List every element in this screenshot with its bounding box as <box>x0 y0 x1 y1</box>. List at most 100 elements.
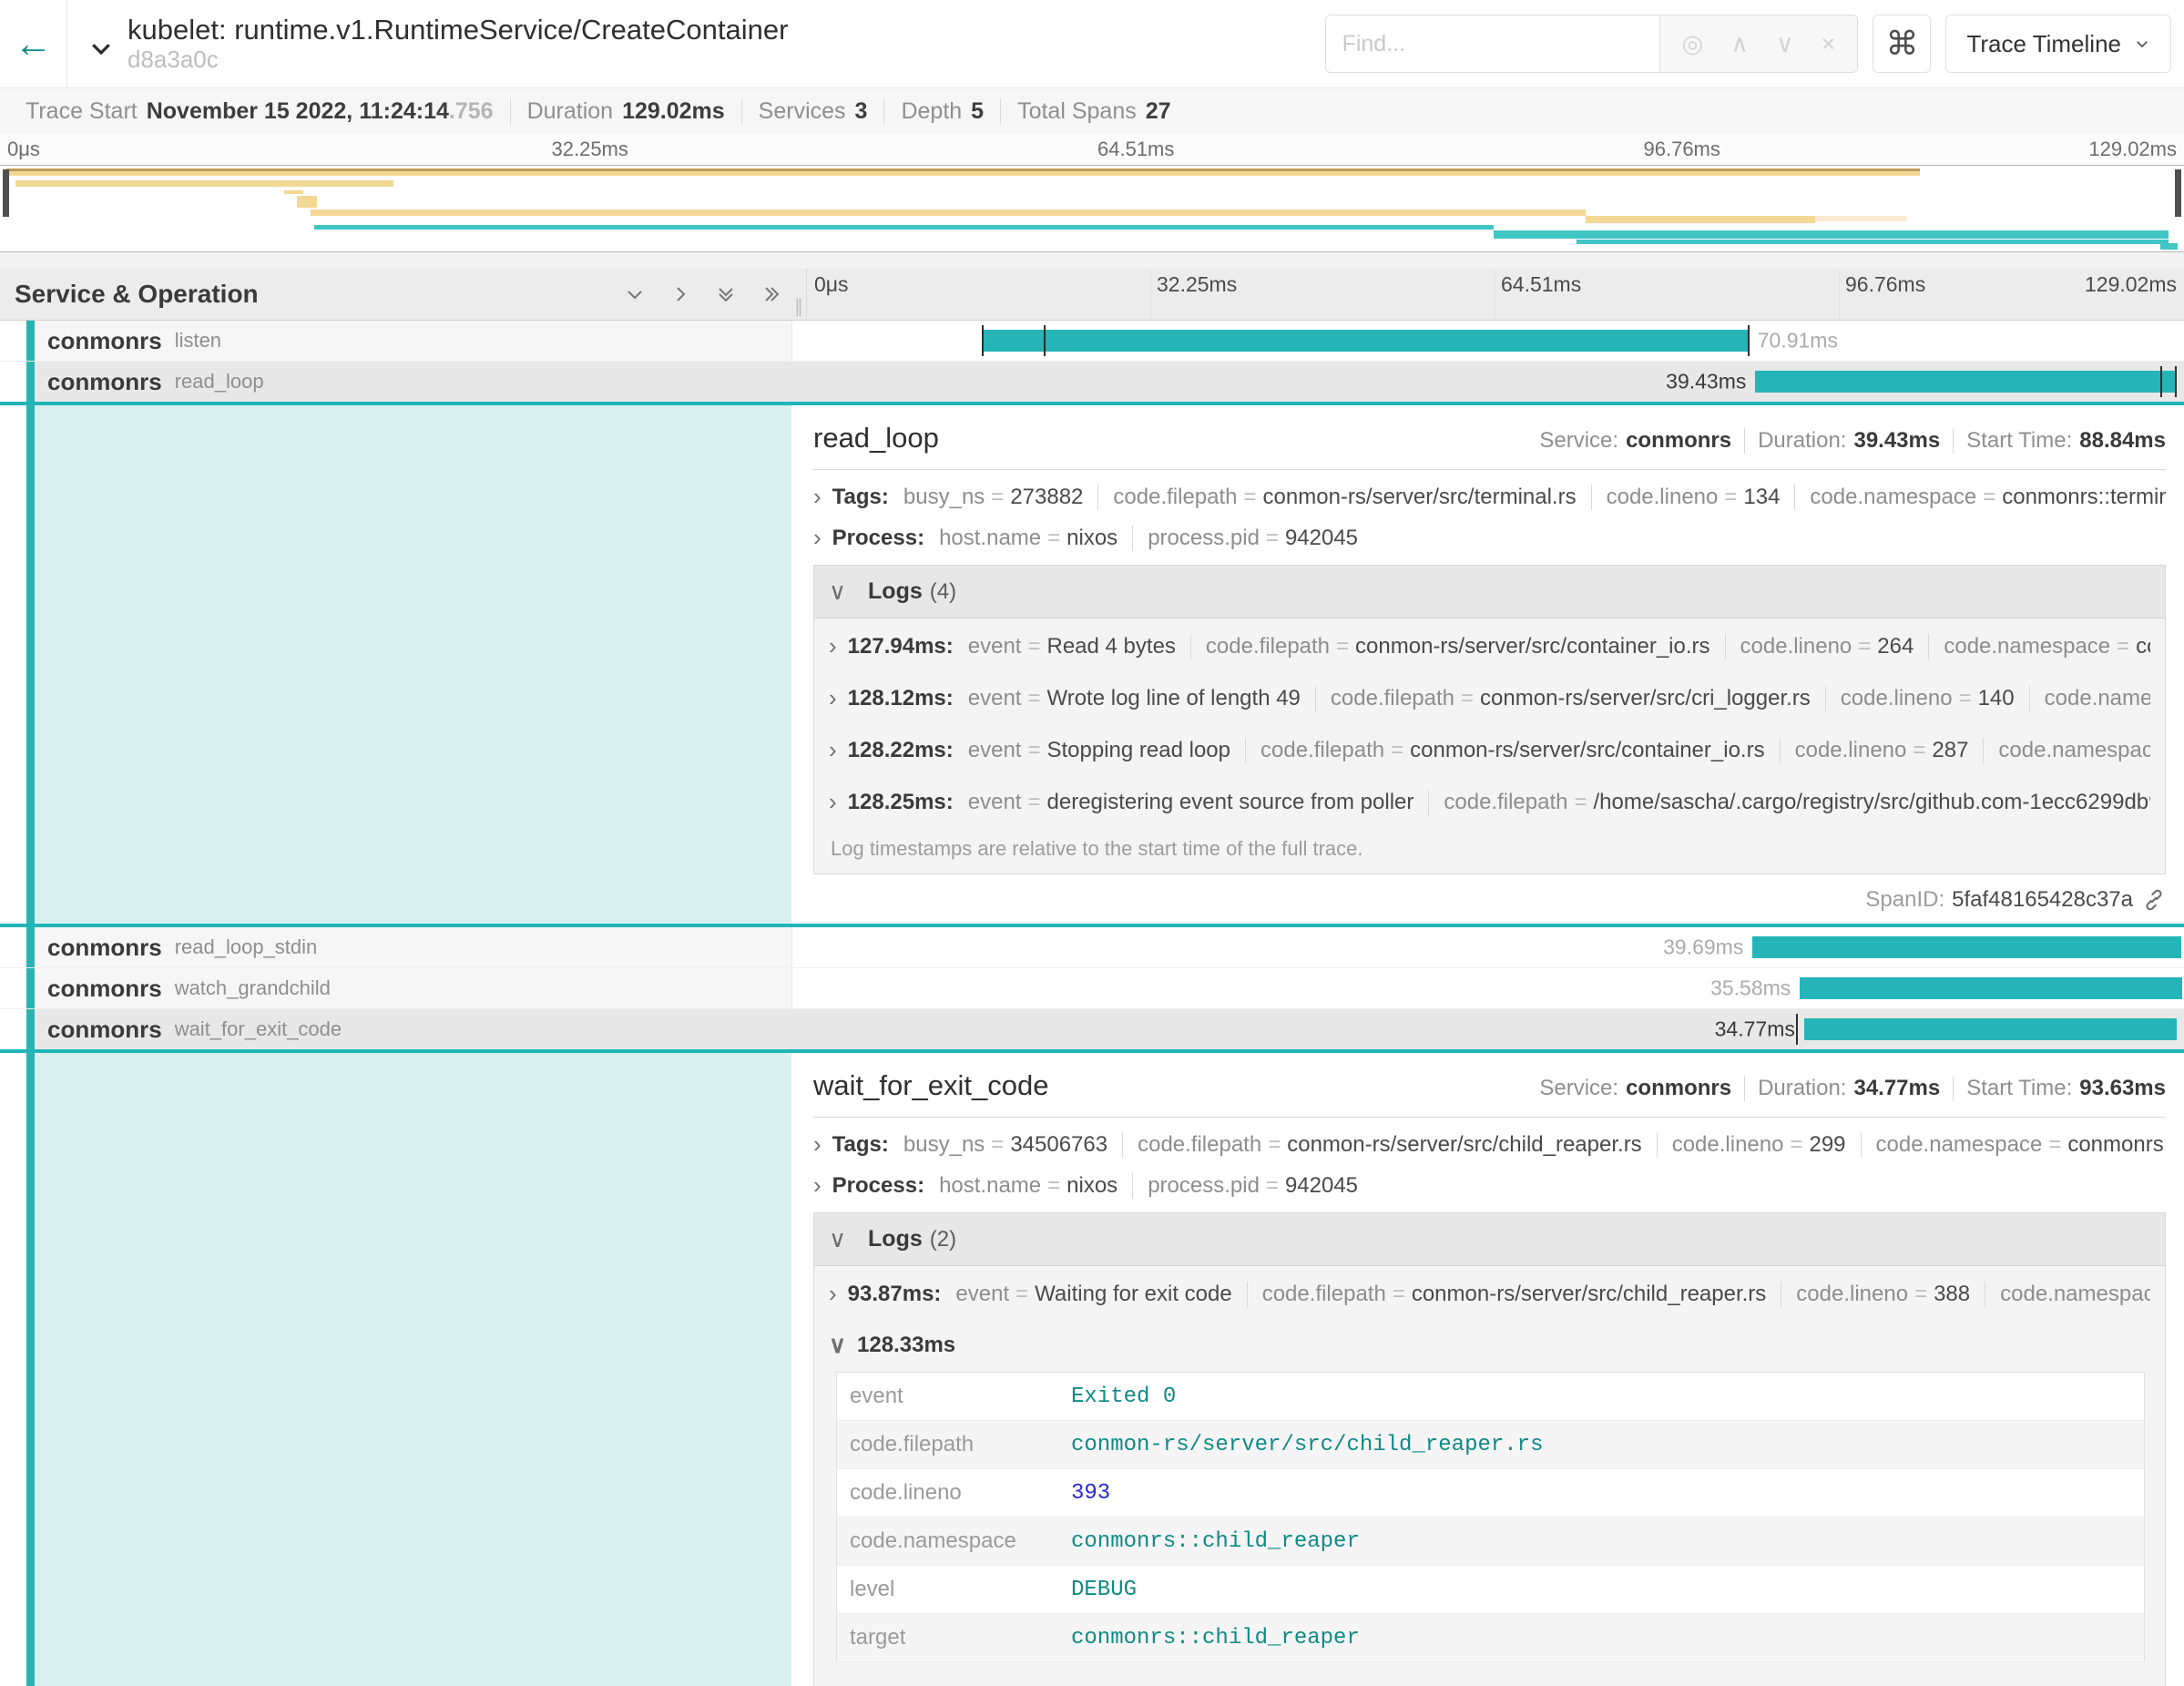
span-row-timeline[interactable]: 70.91ms <box>791 321 2184 361</box>
span-row-timeline[interactable]: 39.43ms <box>791 362 2184 402</box>
find-input[interactable] <box>1326 15 1659 72</box>
span-bar[interactable] <box>1800 977 2182 999</box>
keyboard-shortcuts-button[interactable]: ⌘ <box>1873 15 1931 73</box>
span-bar[interactable] <box>1752 936 2181 958</box>
span-row-name-column[interactable]: conmonrsread_loop <box>0 362 791 402</box>
minimap-canvas[interactable] <box>0 166 2184 251</box>
key-value-value: conmon-rs/server/src/child_reaper.rs <box>1287 1132 1641 1157</box>
key-value-item: code.namespace=co... <box>2029 686 2150 711</box>
trace-toolbar: ◎ ∧ ∨ × ⌘ Trace Timeline <box>1325 0 2184 87</box>
logs-header[interactable]: ∨Logs(2) <box>814 1213 2165 1266</box>
span-row-timeline[interactable]: 35.58ms <box>791 968 2184 1008</box>
back-button[interactable]: ← <box>0 0 67 87</box>
key-value-item: busy_ns=34506763 <box>894 1132 1122 1158</box>
logs-header[interactable]: ∨Logs(4) <box>814 566 2165 618</box>
trace-minimap[interactable] <box>0 165 2184 252</box>
link-icon[interactable] <box>2142 888 2166 912</box>
log-timestamp: 127.94ms: <box>848 634 954 659</box>
key-value-value: 388 <box>1934 1282 1970 1306</box>
collapse-one-icon[interactable] <box>624 283 646 305</box>
chevron-right-icon: › <box>829 788 837 816</box>
span-row-name-column[interactable]: conmonrswait_for_exit_code <box>0 1009 791 1049</box>
span-bar[interactable] <box>1755 371 2175 393</box>
key-value-key: code.filepath <box>1138 1132 1261 1157</box>
collapse-all-icon[interactable] <box>715 283 737 305</box>
minimap-span-bar <box>1494 230 2169 239</box>
process-row[interactable]: ›Process:host.name=nixosprocess.pid=9420… <box>813 1171 2166 1200</box>
log-timestamp: 128.22ms: <box>848 738 954 763</box>
key-value-key: event <box>955 1282 1009 1306</box>
minimap-left-handle[interactable] <box>3 169 9 218</box>
span-bar[interactable] <box>983 330 1748 352</box>
detail-meta: Service:conmonrsDuration:39.43msStart Ti… <box>1526 428 2166 454</box>
chevron-down-icon: ∨ <box>829 577 846 606</box>
span-row[interactable]: conmonrslisten70.91ms <box>0 321 2184 362</box>
locate-span-icon[interactable]: ◎ <box>1682 30 1704 58</box>
minimap-right-handle[interactable] <box>2175 169 2181 218</box>
key-value-item: code.lineno=287 <box>1780 738 1984 763</box>
span-indent-guide <box>26 927 35 967</box>
detail-meta-label: Start Time: <box>1966 428 2072 453</box>
span-row[interactable]: conmonrs watch_grandchild 35.58ms <box>0 968 2184 1009</box>
key-value-value: 273882 <box>1010 485 1083 509</box>
key-value-item: process.pid=942045 <box>1132 1173 1373 1199</box>
key-value-list: busy_ns=273882code.filepath=conmon-rs/se… <box>894 485 2166 510</box>
clear-search-icon[interactable]: × <box>1822 30 1836 58</box>
log-entry[interactable]: ›128.25ms:event=deregistering event sour… <box>829 776 2150 828</box>
key-value-key: code.namespace <box>1876 1132 2043 1157</box>
span-row[interactable]: conmonrsread_loop_stdin39.69ms <box>0 927 2184 968</box>
span-row[interactable]: conmonrswait_for_exit_code34.77ms <box>0 1009 2184 1053</box>
log-field-key: target <box>837 1614 1059 1662</box>
service-name: conmonrs <box>47 975 162 1003</box>
span-id-row: SpanID:5faf48165428c37a <box>813 887 2166 913</box>
key-value-value: 264 <box>1877 634 1914 659</box>
tags-row[interactable]: ›Tags:busy_ns=34506763code.filepath=conm… <box>813 1130 2166 1159</box>
process-row[interactable]: ›Process:host.name=nixosprocess.pid=9420… <box>813 524 2166 552</box>
span-row-timeline[interactable]: 34.77ms <box>791 1009 2184 1049</box>
detail-indent-fill <box>35 405 791 924</box>
collapse-trace-header-icon[interactable] <box>87 35 115 62</box>
timeline-tick: 96.76ms <box>1845 272 1925 297</box>
log-entry-expanded-header[interactable]: ∨128.33ms <box>829 1320 2150 1363</box>
detail-meta-label: Service: <box>1539 1076 1618 1100</box>
detail-header: wait_for_exit_code Service:conmonrs Durati… <box>813 1069 2166 1102</box>
key-value-item: code.namespace=conmon... <box>1985 1282 2150 1307</box>
detail-span-title: wait_for_exit_code <box>813 1069 1049 1102</box>
key-value-key: code.filepath <box>1331 686 1454 710</box>
log-entry[interactable]: ›127.94ms:event=Read 4 bytescode.filepat… <box>829 620 2150 672</box>
log-entry[interactable]: ›93.87ms:event=Waiting for exit codecode… <box>829 1268 2150 1320</box>
log-table-row: eventExited 0 <box>837 1373 2145 1421</box>
key-value-item: event=Read 4 bytes <box>959 634 1190 659</box>
timeline-header-ticks: 0μs32.25ms64.51ms96.76ms129.02ms <box>806 269 2184 320</box>
span-row-name-column[interactable]: conmonrsread_loop_stdin <box>0 927 791 967</box>
operation-name: watch_grandchild <box>175 976 331 1000</box>
detail-meta-item: Service:conmonrs <box>1526 1076 1744 1101</box>
span-row-name-column[interactable]: conmonrs watch_grandchild <box>0 968 791 1008</box>
span-row-name-column[interactable]: conmonrslisten <box>0 321 791 361</box>
expand-all-icon[interactable] <box>760 283 782 305</box>
log-entry[interactable]: ›128.22ms:event=Stopping read loopcode.f… <box>829 724 2150 776</box>
span-row-timeline[interactable]: 39.69ms <box>791 927 2184 967</box>
logs-count: (4) <box>930 579 956 605</box>
chevron-right-icon: › <box>829 736 837 764</box>
expand-one-icon[interactable] <box>669 283 691 305</box>
column-resize-grip[interactable]: ∥ <box>794 295 804 318</box>
key-value-key: host.name <box>939 526 1041 550</box>
key-value-value: Read 4 bytes <box>1047 634 1176 659</box>
detail-meta-label: Duration: <box>1758 1076 1846 1100</box>
key-value-equals: = <box>1244 485 1257 509</box>
span-bar[interactable] <box>1804 1018 2178 1040</box>
prev-result-icon[interactable]: ∧ <box>1730 30 1749 58</box>
span-row[interactable]: conmonrsread_loop39.43ms <box>0 362 2184 405</box>
next-result-icon[interactable]: ∨ <box>1776 30 1794 58</box>
detail-divider <box>813 469 2166 470</box>
tags-row[interactable]: ›Tags:busy_ns=273882code.filepath=conmon… <box>813 483 2166 511</box>
page-title: kubelet: runtime.v1.RuntimeService/Creat… <box>128 14 788 46</box>
view-select-dropdown[interactable]: Trace Timeline <box>1945 15 2171 73</box>
log-field-key: code.filepath <box>837 1421 1059 1469</box>
timeline-tick: 129.02ms <box>2088 138 2177 161</box>
key-value-value: conmon-rs/server/src/container_io.rs <box>1410 738 1764 762</box>
key-value-equals: = <box>1858 634 1871 659</box>
log-entry[interactable]: ›128.12ms:event=Wrote log line of length… <box>829 672 2150 724</box>
detail-meta: Service:conmonrsDuration:34.77msStart Ti… <box>1526 1076 2166 1101</box>
